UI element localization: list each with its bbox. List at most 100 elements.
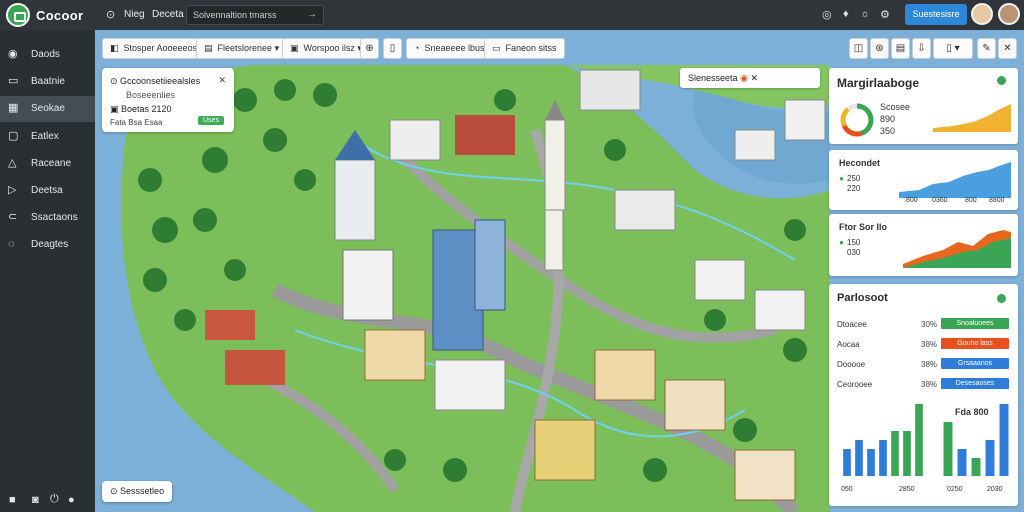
pill-label: Slenesseeta [688,73,738,83]
tools-icon[interactable]: ✎ [977,38,996,59]
sidebar-item-label: Deagtes [31,239,69,250]
share-icon: ⊂ [8,211,18,223]
panel-title: Margirlaaboge [837,76,920,90]
clock-icon[interactable]: ⊙ [106,8,115,21]
map-legend-pill[interactable]: Slenesseeta ◉ ✕ [680,68,820,88]
sidebar-item-5[interactable]: △ Raceane [0,151,95,177]
chart-bar [915,404,923,476]
toolbar-chip-7[interactable]: ▭ Faneon sitss [484,38,565,59]
theme-icon[interactable]: ● [68,494,75,506]
row-percent: 38% [921,380,938,389]
location-info-card[interactable]: ⊙ Gccoonsetiieealsles ✕ Boseeenlies ▣ Bo… [102,68,234,132]
tick-label: 800 [906,197,918,204]
folder-icon: ▭ [8,75,19,87]
chart-bar [985,440,995,476]
status-dot-icon [997,294,1006,303]
chart-value-2: 030 [847,248,861,257]
axis-label: 2030 [987,486,1003,493]
chart-title: Ftor Sor Ilo [839,222,887,232]
bar-chart-left [843,404,923,476]
chip-label: Faneon sitss [505,43,557,53]
chart-bar [879,440,887,476]
close-icon[interactable]: ✕ [750,73,758,83]
progress-bar: Gouno lass [941,338,1009,349]
toolbar-chip-2[interactable]: ▤ Fleetslorenee ▾ [196,38,288,59]
print-icon[interactable]: ◫ [849,38,868,59]
filter-icon: ▤ [204,43,213,53]
sidebar-item-4[interactable]: ▢ Eatlex [0,124,95,150]
map-scale-button[interactable]: ⊙ Sesssetleo [102,481,172,502]
layers-icon: ◧ [110,43,119,53]
row-percent: 38% [921,360,938,369]
progress-bar: Snoaluoees [941,318,1009,329]
chart-bar [843,449,851,476]
sidebar-item-label: Baatnie [31,76,65,87]
sidebar-item-1[interactable]: ◉ Daods [0,42,95,68]
trend-card-1: Hecondet ● 250 220 800 0360 800 8800 [829,150,1018,210]
tick-label: 0360 [932,197,948,204]
breakdown-card: Parlosoot Dtoacee 30% Snoaluoees Aocaa 3… [829,284,1018,506]
row-label: Dooooe [837,360,866,369]
card-meta: Fata Bsa Esaa [110,118,163,127]
avatar[interactable] [971,3,993,25]
chart-bar [903,431,911,476]
sidebar-item-3[interactable]: ▦ Seokae [0,96,95,122]
gauge-label: Scosee [880,102,911,112]
sidebar-item-label: Eatlex [31,131,59,142]
progress-bar: Desesaoses [941,378,1009,389]
chart-bar [891,431,899,476]
overview-card: Margirlaaboge Scosee 890 350 [829,68,1018,144]
camera-icon[interactable]: ◙ [32,494,39,506]
chart-value-1: 150 [847,238,861,247]
submit-button[interactable]: Suestesisre [905,4,967,25]
tick-label: 800 [965,197,977,204]
chip-label: Worspoo ilsz [303,43,355,53]
row-label: Dtoacee [837,320,867,329]
route-icon: ◔ [414,43,420,53]
app-logo-icon[interactable] [6,3,30,27]
chat-icon[interactable]: ◎ [822,8,832,21]
toolbar-chip-6[interactable]: ◔ Sneaeeee lbus [406,38,493,59]
refresh-icon[interactable]: ⊛ [870,38,889,59]
close-icon[interactable]: ✕ [998,38,1017,59]
export-icon[interactable]: ⇩ [912,38,931,59]
close-icon[interactable]: ✕ [218,75,226,86]
chart-bar [999,404,1009,476]
location-icon[interactable]: ♦ [843,8,849,20]
toolbar-chip-1[interactable]: ◧ Stosper Aooeeeos [102,38,206,59]
nav-link-2[interactable]: Deceta [152,9,184,20]
status-badge: Uses [198,116,224,125]
nav-link-1[interactable]: Nieg [124,9,145,20]
card-title: ⊙ Gccoonsetiieealsles [110,76,201,86]
sidebar-item-label: Raceane [31,158,72,169]
view-toggle-icon[interactable]: ▯ ▾ [933,38,973,59]
sidebar-item-2[interactable]: ▭ Baatnie [0,69,95,95]
save-icon[interactable]: ▤ [891,38,910,59]
lock-icon[interactable]: ⊕ [360,38,379,59]
user-icon[interactable]: ■ [9,494,16,506]
pin-icon[interactable]: ▯ [383,38,402,59]
sidebar-item-label: Ssactaons [31,212,78,223]
status-dot-icon: ● [839,238,844,247]
bell-icon: △ [8,157,17,169]
sidebar-item-6[interactable]: ▷ Deetsa [0,178,95,204]
power-icon[interactable]: ⏻ [50,493,59,506]
sidebar-item-7[interactable]: ⊂ Ssactaons [0,205,95,231]
notification-icon[interactable]: ☼ [860,8,870,20]
search-text: Solvennaltion tmarss [193,10,277,20]
sidebar-item-label: Seokae [31,103,65,114]
status-dot-icon [997,76,1006,85]
play-icon: ▷ [8,184,17,196]
square-icon: ▢ [8,130,19,142]
chip-label: Fleetslorenee [217,43,273,53]
avatar-secondary[interactable] [998,3,1020,25]
bar-chart-right [943,404,1009,476]
gauge-value: 890 [880,114,896,124]
brand-name: Cocoor [36,8,84,23]
sidebar-item-8[interactable]: ◌ Deagtes [0,232,95,258]
home-icon: ◉ [8,48,18,60]
search-input[interactable]: Solvennaltion tmarss → [186,5,324,25]
axis-label: 2850 [899,486,915,493]
toolbar-chip-3[interactable]: ▣ Worspoo ilsz ▾ [282,38,370,59]
settings-icon[interactable]: ⚙ [880,8,890,21]
